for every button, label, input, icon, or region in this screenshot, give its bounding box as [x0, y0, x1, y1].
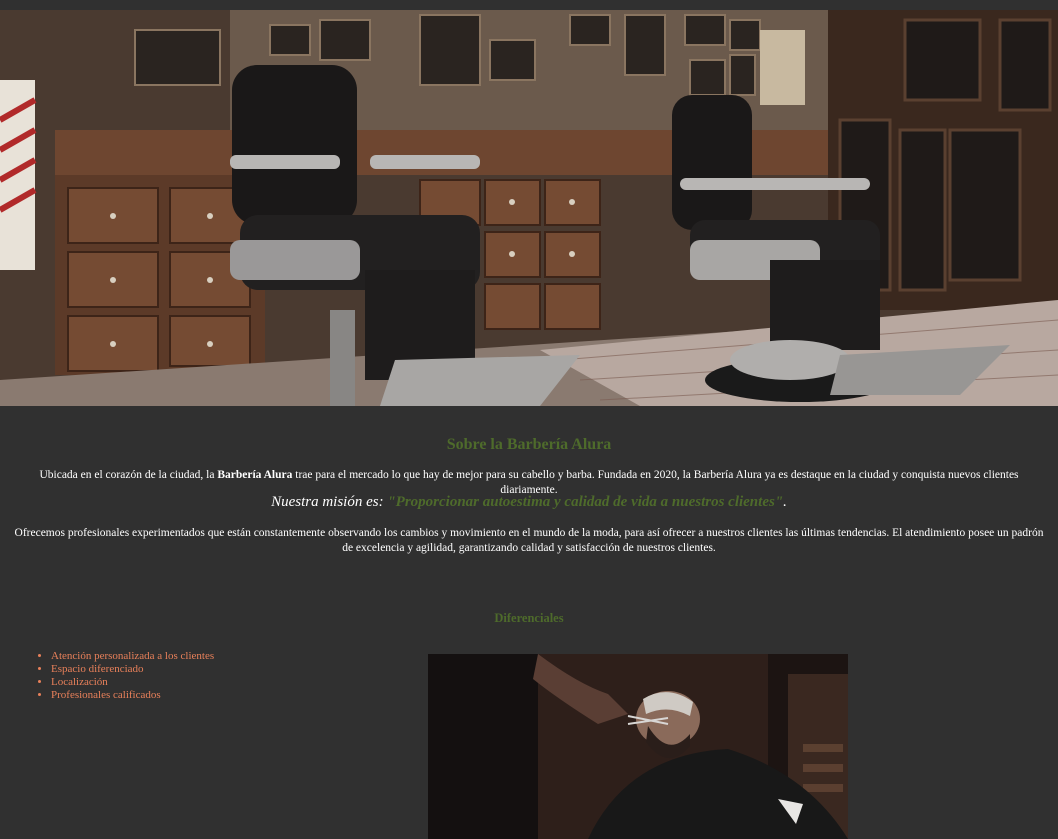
- about-intro-after: trae para el mercado lo que hay de mejor…: [292, 469, 1019, 496]
- about-title: Sobre la Barbería Alura: [446, 436, 612, 453]
- list-item: Localización: [51, 676, 214, 689]
- list-item: Espacio diferenciado: [51, 663, 214, 676]
- about-brand-name: Barbería Alura: [217, 469, 293, 481]
- about-intro-before: Ubicada en el corazón de la ciudad, la: [39, 469, 218, 481]
- mission-quote: "Proporcionar autoestima y calidad de vi…: [387, 494, 784, 510]
- beard-trim-photo: [428, 654, 848, 839]
- page: Sobre la Barbería Alura Ubicada en el co…: [0, 0, 1058, 839]
- mission-label: Nuestra misión es:: [271, 494, 388, 510]
- diferenciales-list: Atención personalizada a los clientes Es…: [38, 650, 214, 702]
- diferenciales-title: Diferenciales: [494, 611, 564, 625]
- hero-banner-image: [0, 10, 1058, 406]
- list-item: Profesionales calificados: [51, 689, 214, 702]
- offer-paragraph: Ofrecemos profesionales experimentados q…: [14, 527, 1044, 554]
- mission-statement: Nuestra misión es: "Proporcionar autoest…: [0, 494, 1058, 511]
- list-item: Atención personalizada a los clientes: [51, 650, 214, 663]
- mission-end: .: [783, 494, 787, 510]
